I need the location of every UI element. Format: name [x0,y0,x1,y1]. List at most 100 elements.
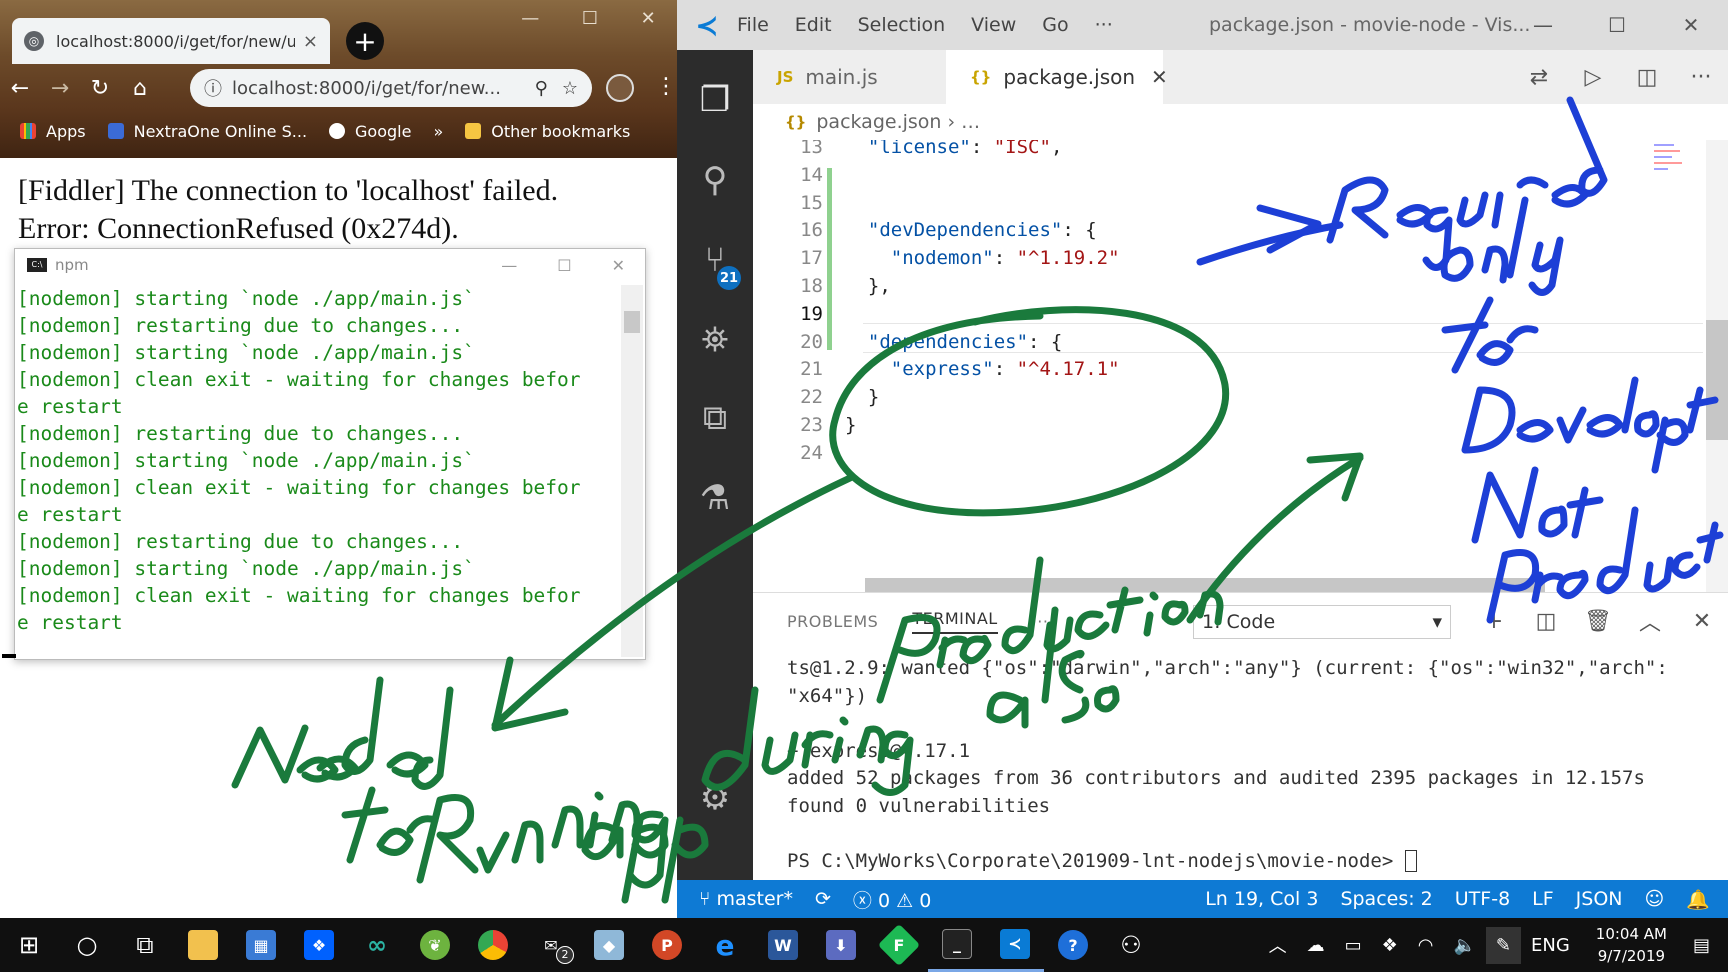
debug-icon[interactable]: ⛯ [677,302,753,378]
cursor-position[interactable]: Ln 19, Col 3 [1205,888,1318,911]
start-windows-icon[interactable]: ⊞ [0,918,58,972]
file-explorer-icon[interactable] [174,918,232,972]
menu-more[interactable]: ··· [1095,14,1113,36]
mail-icon[interactable]: ✉ 2 [522,918,580,972]
volume-icon[interactable]: 🔈 [1443,935,1485,956]
new-terminal-icon[interactable]: + [1468,609,1520,634]
info-icon[interactable]: ⓘ [204,75,222,101]
search-icon[interactable]: ⚲ [677,142,753,218]
code-editor[interactable]: 13 "license": "ISC", 14 15 16 "devDependenc… [753,140,1728,592]
store-icon[interactable]: ▦ [232,918,290,972]
sync-icon[interactable]: ⟳ [815,888,831,910]
settings-gear-icon[interactable]: ⚙ [677,760,753,836]
compare-changes-icon[interactable]: ⇄ [1512,65,1566,90]
editor-scrollbar[interactable] [1706,140,1728,592]
wifi-icon[interactable]: ◠ [1408,935,1444,956]
bookmark-google[interactable]: Google [329,122,411,141]
close-icon[interactable]: ✕ [612,256,625,275]
menu-view[interactable]: View [971,14,1016,36]
address-bar[interactable]: ⓘ localhost:8000/i/get/for/new... ⚲ ☆ [190,69,592,107]
end-of-line[interactable]: LF [1532,888,1554,911]
explorer-icon[interactable]: ❐ [677,62,753,138]
close-tab-icon[interactable]: ✕ [1151,65,1168,89]
input-language[interactable]: ENG [1521,935,1580,956]
more-actions-icon[interactable]: ··· [1674,65,1728,90]
maximize-icon[interactable]: ☐ [1580,0,1654,50]
run-icon[interactable]: ▷ [1566,65,1620,90]
language-mode[interactable]: JSON [1576,888,1623,911]
task-view-icon[interactable]: ⧉ [116,918,174,972]
source-control-icon[interactable]: ⑂ 21 [677,222,753,298]
indentation[interactable]: Spaces: 2 [1340,888,1432,911]
bookmarks-more[interactable]: » [433,122,443,141]
battery-icon[interactable]: ▭ [1335,935,1372,956]
bookmark-apps[interactable]: Apps [20,122,86,141]
infinity-app-icon[interactable]: ∞ [348,918,406,972]
feedback-smiley-icon[interactable]: ☺ [1645,888,1665,911]
split-editor-icon[interactable]: ◫ [1620,65,1674,90]
minimize-icon[interactable]: — [501,256,517,275]
maximize-panel-icon[interactable]: ︿ [1624,605,1676,637]
notifications-bell-icon[interactable]: 🔔 [1686,888,1710,911]
tab-terminal[interactable]: TERMINAL [912,609,998,634]
clock[interactable]: 10:04 AM 9/7/2019 [1580,923,1683,967]
minimap[interactable] [1650,140,1706,200]
visual-studio-installer-icon[interactable]: ⬇ [812,918,870,972]
tab-problems[interactable]: PROBLEMS [787,612,878,631]
extensions-icon[interactable]: ⧉ [677,380,753,456]
command-prompt-icon[interactable]: _ [928,918,986,972]
vscode-taskbar-icon[interactable]: ≺ [986,918,1044,972]
home-icon[interactable]: ⌂ [120,76,160,101]
encoding[interactable]: UTF-8 [1455,888,1510,911]
word-icon[interactable]: W [754,918,812,972]
bookmark-nextraone[interactable]: NextraOne Online S... [107,122,307,141]
terminal-select[interactable]: 1: Code ▾ [1193,605,1451,639]
cortana-circle-icon[interactable]: ○ [58,918,116,972]
tab-package-json[interactable]: {} package.json ✕ [946,50,1168,104]
scrollbar-thumb[interactable] [624,311,640,333]
maximize-icon[interactable]: ☐ [557,256,571,275]
show-hidden-icons-icon[interactable]: ︿ [1259,932,1297,958]
tab-main-js[interactable]: JS main.js [753,50,946,104]
branch-status[interactable]: ⑂ master* [699,888,793,910]
cube-app-icon[interactable]: ◆ [580,918,638,972]
help-icon[interactable]: ? [1044,918,1102,972]
dropbox-icon[interactable]: ❖ [290,918,348,972]
problems-status[interactable]: ⓧ 0 ⚠ 0 [853,886,931,913]
maximize-icon[interactable]: ☐ [582,8,598,36]
close-icon[interactable]: ✕ [641,8,656,36]
console-titlebar[interactable]: C:\ npm — ☐ ✕ [15,249,645,281]
minimize-icon[interactable]: — [521,8,539,36]
powerpoint-icon[interactable]: P [638,918,696,972]
menu-file[interactable]: File [737,14,769,36]
reload-icon[interactable]: ↻ [80,76,120,101]
breadcrumb-file[interactable]: package.json [816,111,941,133]
people-icon[interactable]: ⚇ [1102,918,1160,972]
close-panel-icon[interactable]: ✕ [1676,609,1728,634]
onedrive-cloud-icon[interactable]: ☁ [1297,935,1335,956]
npm-console-window[interactable]: C:\ npm — ☐ ✕ [nodemon] starting `node .… [14,248,646,660]
split-terminal-icon[interactable]: ◫ [1520,609,1572,634]
browser-menu-icon[interactable]: ⋮ [655,74,677,99]
console-scrollbar[interactable] [621,285,643,657]
menu-edit[interactable]: Edit [795,14,832,36]
forward-icon[interactable]: → [40,76,80,101]
close-icon[interactable]: ✕ [1654,0,1728,50]
breadcrumb-more[interactable]: … [961,111,980,133]
panel-more[interactable]: ··· [1032,612,1049,631]
green-f-app-icon[interactable]: F [870,918,928,972]
terminal-output[interactable]: ts@1.2.9: wanted {"os":"darwin","arch":"… [787,655,1717,875]
trash-icon[interactable]: 🗑 [1572,609,1624,634]
profile-avatar[interactable] [606,74,634,102]
browser-tab[interactable]: ◎ localhost:8000/i/get/for/new/url × [12,18,330,64]
dropbox-tray-icon[interactable]: ❖ [1372,935,1408,956]
scrollbar-thumb[interactable] [1706,320,1728,440]
close-tab-icon[interactable]: × [303,31,318,52]
minimize-icon[interactable]: — [1506,0,1580,50]
action-center-icon[interactable]: ▤ [1683,935,1728,956]
spring-leaf-icon[interactable]: ❦ [406,918,464,972]
editor-horizontal-scrollbar[interactable] [865,578,1545,592]
menu-selection[interactable]: Selection [858,14,946,36]
new-tab-button[interactable]: + [346,22,384,60]
bookmark-other[interactable]: Other bookmarks [465,122,630,141]
